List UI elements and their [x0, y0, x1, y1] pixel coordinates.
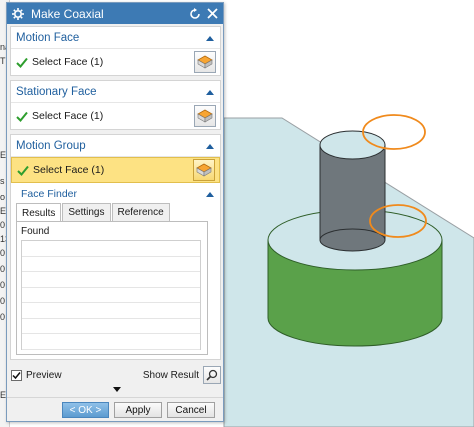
checkmark-icon — [16, 57, 28, 68]
magnifier-icon — [206, 369, 218, 381]
dialog-titlebar[interactable]: Make Coaxial — [7, 3, 223, 24]
stationary-face-select-row[interactable]: Select Face (1) — [11, 103, 220, 129]
chevron-up-icon[interactable] — [205, 87, 215, 97]
preview-checkbox[interactable] — [11, 369, 22, 381]
checkmark-icon — [16, 111, 28, 122]
stationary-face-select-label: Select Face (1) — [32, 110, 104, 122]
list-item[interactable] — [22, 272, 200, 288]
motion-group-heading: Motion Group — [16, 139, 86, 152]
face-finder-tabs: Results Settings Reference — [16, 203, 171, 222]
checkmark-icon — [17, 165, 29, 176]
found-label: Found — [21, 226, 50, 237]
tab-results[interactable]: Results — [16, 203, 62, 222]
upper-cylinder-bottom-edge — [319, 228, 386, 252]
chevron-up-icon[interactable] — [205, 33, 215, 43]
cancel-button[interactable]: Cancel — [167, 402, 215, 418]
orange-selection-circle-top — [362, 114, 426, 150]
list-item[interactable] — [22, 303, 200, 319]
gear-icon[interactable] — [11, 7, 25, 21]
face-select-icon — [197, 109, 213, 123]
motion-face-select-row[interactable]: Select Face (1) — [11, 49, 220, 75]
found-list[interactable] — [21, 240, 201, 350]
face-finder-header[interactable]: Face Finder — [11, 185, 220, 203]
list-item[interactable] — [22, 257, 200, 272]
list-item[interactable] — [22, 334, 200, 350]
dialog-title: Make Coaxial — [31, 6, 104, 21]
select-face-button[interactable] — [194, 51, 216, 73]
apply-button[interactable]: Apply — [114, 402, 162, 418]
motion-face-header[interactable]: Motion Face — [11, 27, 220, 49]
checkmark-icon — [12, 371, 21, 379]
list-item[interactable] — [22, 241, 200, 257]
show-result-label: Show Result — [142, 369, 199, 381]
motion-face-heading: Motion Face — [16, 31, 80, 44]
reset-icon[interactable] — [188, 7, 202, 21]
face-select-icon — [196, 163, 212, 177]
select-face-button[interactable] — [193, 159, 215, 181]
motion-group-header[interactable]: Motion Group — [11, 135, 220, 157]
expand-more-arrow-icon[interactable] — [113, 387, 121, 392]
stationary-face-header[interactable]: Stationary Face — [11, 81, 220, 103]
results-tab-panel: Found — [16, 221, 208, 355]
list-item[interactable] — [22, 319, 200, 334]
chevron-up-icon[interactable] — [205, 189, 215, 199]
show-result-button[interactable] — [203, 366, 221, 384]
motion-group-select-row[interactable]: Select Face (1) — [11, 157, 220, 183]
face-select-icon — [197, 55, 213, 69]
close-icon[interactable] — [205, 7, 219, 21]
motion-face-section: Motion Face Select Face (1) — [10, 26, 221, 76]
chevron-up-icon[interactable] — [205, 141, 215, 151]
motion-group-select-label: Select Face (1) — [33, 164, 105, 176]
dialog-button-row: < OK > Apply Cancel — [7, 397, 223, 421]
stationary-face-section: Stationary Face Select Face (1) — [10, 80, 221, 130]
face-finder-heading: Face Finder — [21, 188, 78, 200]
stationary-face-heading: Stationary Face — [16, 85, 97, 98]
preview-row: Preview Show Result — [11, 365, 221, 385]
motion-face-select-label: Select Face (1) — [32, 56, 104, 68]
list-item[interactable] — [22, 288, 200, 303]
select-face-button[interactable] — [194, 105, 216, 127]
tab-settings[interactable]: Settings — [62, 203, 111, 221]
tab-reference[interactable]: Reference — [111, 203, 170, 221]
preview-label: Preview — [26, 369, 62, 381]
ok-button[interactable]: < OK > — [62, 402, 109, 418]
make-coaxial-dialog: Make Coaxial Motion Face Select Face (1)… — [6, 2, 224, 422]
